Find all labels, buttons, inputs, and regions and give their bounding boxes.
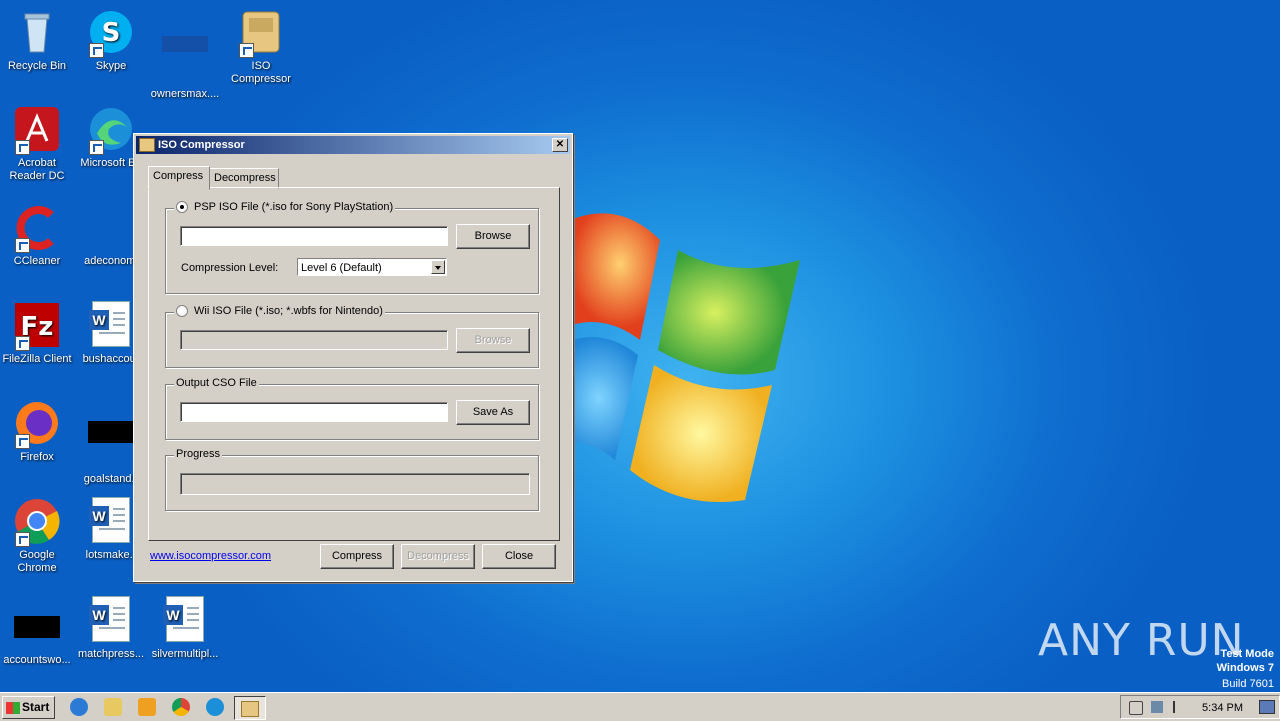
tab-decompress[interactable]: Decompress bbox=[209, 168, 279, 189]
desktop-icon-accountswo[interactable]: accountswo... bbox=[0, 606, 74, 667]
output-group: Output CSO File Save As bbox=[165, 377, 539, 440]
output-caption: Output CSO File bbox=[174, 377, 259, 389]
website-link[interactable]: www.isocompressor.com bbox=[150, 550, 271, 562]
progress-bar bbox=[180, 473, 530, 495]
media-player-icon[interactable] bbox=[138, 698, 156, 716]
save-as-button[interactable]: Save As bbox=[456, 400, 530, 425]
desktop-icon-matchpress[interactable]: W matchpress... bbox=[74, 596, 148, 661]
output-file-input[interactable] bbox=[180, 402, 448, 422]
network-icon[interactable] bbox=[1151, 701, 1163, 713]
chevron-down-icon[interactable] bbox=[431, 260, 445, 274]
filezilla-icon: Fz bbox=[13, 301, 61, 351]
action-center-flag-icon[interactable] bbox=[1173, 701, 1185, 713]
close-button[interactable]: Close bbox=[482, 544, 556, 569]
internet-explorer-icon[interactable] bbox=[70, 698, 88, 716]
black-file-icon bbox=[13, 616, 61, 650]
svg-text:S: S bbox=[102, 18, 121, 48]
desktop-icon-recycle-bin[interactable]: Recycle Bin bbox=[0, 8, 74, 73]
psp-radio-label: PSP ISO File (*.iso for Sony PlayStation… bbox=[194, 201, 394, 213]
windows-logo-wallpaper bbox=[560, 213, 800, 502]
wii-group: Wii ISO File (*.iso; *.wbfs for Nintendo… bbox=[165, 305, 539, 368]
test-mode-label: Test Mode bbox=[1220, 648, 1274, 660]
iso-compressor-taskbar-button[interactable] bbox=[234, 696, 266, 720]
iso-compressor-icon bbox=[237, 8, 285, 58]
wii-browse-button: Browse bbox=[456, 328, 530, 353]
psp-browse-button[interactable]: Browse bbox=[456, 224, 530, 249]
word-doc-icon: W bbox=[87, 596, 135, 644]
word-doc-icon: W bbox=[87, 301, 135, 349]
psp-file-input[interactable] bbox=[180, 226, 448, 246]
compression-level-label: Compression Level: bbox=[181, 262, 279, 274]
compression-level-select[interactable]: Level 6 (Default) bbox=[297, 258, 447, 276]
psp-group: PSP ISO File (*.iso for Sony PlayStation… bbox=[165, 201, 539, 294]
desktop-icon-iso-compressor[interactable]: ISO Compressor bbox=[224, 8, 298, 86]
speaker-icon[interactable] bbox=[1129, 701, 1143, 715]
build-label: Build 7601 bbox=[1222, 678, 1274, 690]
ccleaner-icon bbox=[13, 203, 61, 253]
word-doc-icon: W bbox=[87, 497, 135, 545]
recycle-bin-icon bbox=[13, 8, 61, 56]
progress-caption: Progress bbox=[174, 448, 223, 460]
compress-panel: PSP ISO File (*.iso for Sony PlayStation… bbox=[148, 187, 560, 541]
title-bar[interactable]: ISO Compressor ✕ bbox=[136, 136, 570, 154]
clock[interactable]: 5:34 PM bbox=[1202, 702, 1243, 714]
file-icon bbox=[161, 36, 209, 84]
anyrun-watermark: ANY RUN bbox=[1038, 615, 1245, 666]
desktop-icon-skype[interactable]: S Skype bbox=[74, 8, 148, 73]
iso-compressor-icon bbox=[241, 701, 259, 717]
chrome-icon bbox=[13, 497, 61, 547]
decompress-button: Decompress bbox=[401, 544, 475, 569]
chrome-taskbar-icon[interactable] bbox=[172, 698, 190, 716]
tab-compress[interactable]: Compress bbox=[148, 166, 210, 190]
iso-compressor-window: ISO Compressor ✕ Compress Decompress PSP… bbox=[133, 133, 573, 582]
explorer-folder-icon[interactable] bbox=[104, 698, 122, 716]
desktop-icon-filezilla[interactable]: Fz FileZilla Client bbox=[0, 301, 74, 366]
psp-radio[interactable] bbox=[176, 201, 188, 214]
wii-file-input bbox=[180, 330, 448, 350]
acrobat-icon bbox=[13, 105, 61, 155]
compression-level-value: Level 6 (Default) bbox=[301, 262, 382, 274]
taskbar: Start 5:34 PM bbox=[0, 692, 1280, 721]
firefox-icon bbox=[13, 399, 61, 449]
desktop-icon-chrome[interactable]: Google Chrome bbox=[0, 497, 74, 575]
show-desktop-icon[interactable] bbox=[1259, 700, 1275, 714]
system-tray: 5:34 PM bbox=[1120, 695, 1280, 719]
desktop-icon-acrobat[interactable]: Acrobat Reader DC bbox=[0, 105, 74, 183]
skype-icon: S bbox=[87, 8, 135, 58]
edge-icon bbox=[87, 105, 135, 155]
desktop-icon-ownersmax[interactable]: ownersmax.... bbox=[148, 8, 222, 101]
progress-group: Progress bbox=[165, 448, 539, 511]
desktop-icon-ccleaner[interactable]: CCleaner bbox=[0, 203, 74, 268]
edge-taskbar-icon[interactable] bbox=[206, 698, 224, 716]
wii-radio-label: Wii ISO File (*.iso; *.wbfs for Nintendo… bbox=[194, 305, 383, 317]
compress-button[interactable]: Compress bbox=[320, 544, 394, 569]
windows-flag-icon bbox=[6, 701, 20, 714]
app-icon bbox=[139, 138, 155, 153]
start-button[interactable]: Start bbox=[2, 696, 55, 719]
desktop-icon-firefox[interactable]: Firefox bbox=[0, 399, 74, 464]
close-icon[interactable]: ✕ bbox=[552, 138, 568, 152]
black-file-icon bbox=[87, 421, 135, 469]
wii-radio[interactable] bbox=[176, 305, 188, 318]
word-doc-icon: W bbox=[161, 596, 209, 644]
windows-version-label: Windows 7 bbox=[1216, 662, 1274, 674]
desktop-icon-silvermultipl[interactable]: W silvermultipl... bbox=[148, 596, 222, 661]
window-title: ISO Compressor bbox=[158, 139, 245, 151]
